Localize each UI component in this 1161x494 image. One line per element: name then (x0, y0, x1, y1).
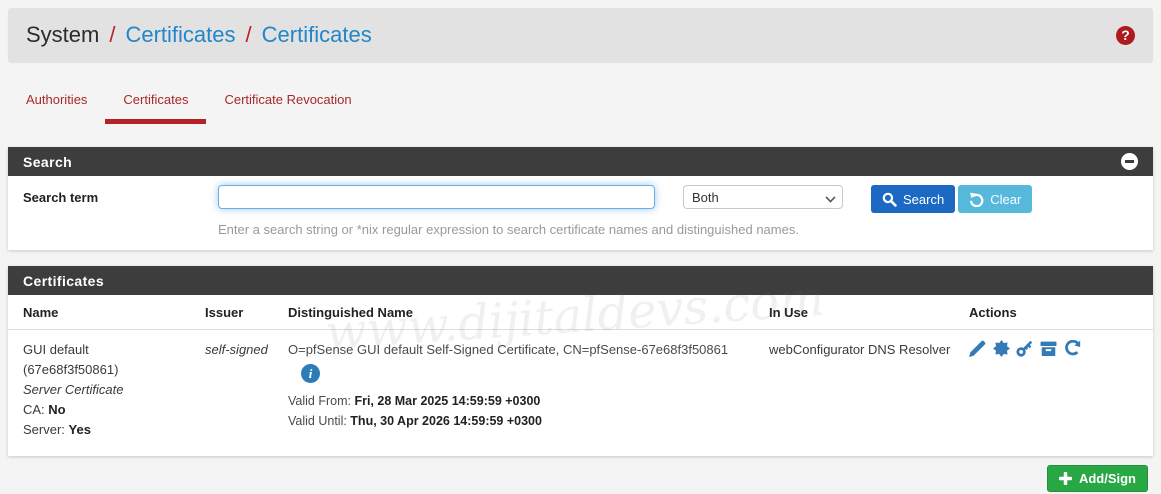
search-button[interactable]: Search (871, 185, 956, 213)
search-panel-title: Search (23, 153, 73, 170)
distinguished-name-text: O=pfSense GUI default Self-Signed Certif… (288, 342, 729, 357)
add-sign-button[interactable]: Add/Sign (1046, 465, 1148, 492)
undo-icon (970, 192, 984, 207)
info-icon[interactable]: i (301, 364, 320, 383)
breadcrumb-link-certificates[interactable]: Certificates (125, 22, 235, 48)
certificates-panel-header: Certificates (8, 266, 1153, 295)
column-header-name: Name (8, 295, 205, 330)
valid-from: Valid From: Fri, 28 Mar 2025 14:59:59 +0… (288, 394, 541, 408)
clear-button[interactable]: Clear (958, 185, 1033, 213)
valid-until: Valid Until: Thu, 30 Apr 2026 14:59:59 +… (288, 414, 542, 428)
cell-issuer: self-signed (205, 342, 268, 357)
pfsense-certificates-page: System / Certificates / Certificates ? A… (0, 0, 1161, 494)
tab-authorities[interactable]: Authorities (8, 82, 105, 124)
certificates-table: Name Issuer Distinguished Name In Use Ac… (8, 295, 1153, 456)
certificate-name: GUI default (23, 342, 89, 357)
renew-icon[interactable] (1064, 339, 1081, 363)
cell-actions (969, 330, 1153, 457)
search-panel: Search Search term Both Search Clear Ent… (8, 147, 1153, 250)
certificate-type: Server Certificate (23, 382, 124, 397)
edit-icon[interactable] (969, 340, 986, 363)
tab-certificate-revocation[interactable]: Certificate Revocation (206, 82, 369, 124)
plus-icon (1058, 472, 1072, 485)
cell-name: GUI default (67e68f3f50861) Server Certi… (8, 330, 205, 457)
export-certificate-icon[interactable] (992, 340, 1010, 363)
breadcrumb: System / Certificates / Certificates ? (8, 8, 1153, 62)
column-header-issuer: Issuer (205, 295, 288, 330)
table-header-row: Name Issuer Distinguished Name In Use Ac… (8, 295, 1153, 330)
tab-bar: Authorities Certificates Certificate Rev… (8, 82, 1153, 124)
column-header-distinguished-name: Distinguished Name (288, 295, 769, 330)
search-icon (882, 192, 897, 207)
search-hint-text: Enter a search string or *nix regular ex… (218, 222, 799, 237)
cell-in-use: webConfigurator DNS Resolver (769, 342, 951, 357)
cell-distinguished-name: O=pfSense GUI default Self-Signed Certif… (288, 330, 769, 457)
help-icon[interactable]: ? (1116, 25, 1135, 45)
breadcrumb-separator: / (245, 22, 252, 47)
breadcrumb-root: System (26, 22, 100, 47)
certificates-panel: Certificates Name Issuer Distinguished N… (8, 266, 1153, 456)
footer-actions: Add/Sign (0, 465, 1148, 492)
ca-flag: CA: No (23, 402, 66, 417)
export-pkcs12-icon[interactable] (1040, 340, 1057, 363)
search-input[interactable] (218, 185, 655, 209)
breadcrumb-link-certificates-tab[interactable]: Certificates (262, 22, 372, 48)
search-panel-body: Search term Both Search Clear Enter a se… (8, 176, 1153, 250)
collapse-panel-icon[interactable] (1121, 153, 1138, 170)
search-term-label: Search term (23, 190, 99, 205)
certificate-serial: (67e68f3f50861) (23, 362, 119, 377)
column-header-actions: Actions (969, 295, 1153, 330)
search-scope-select[interactable]: Both (683, 185, 843, 209)
certificates-panel-title: Certificates (23, 272, 105, 289)
export-private-key-icon[interactable] (1016, 340, 1033, 363)
server-flag: Server: Yes (23, 422, 91, 437)
certificate-row: GUI default (67e68f3f50861) Server Certi… (8, 330, 1153, 457)
search-panel-header: Search (8, 147, 1153, 176)
column-header-in-use: In Use (769, 295, 969, 330)
breadcrumb-separator: / (109, 22, 116, 47)
tab-certificates[interactable]: Certificates (105, 82, 207, 124)
